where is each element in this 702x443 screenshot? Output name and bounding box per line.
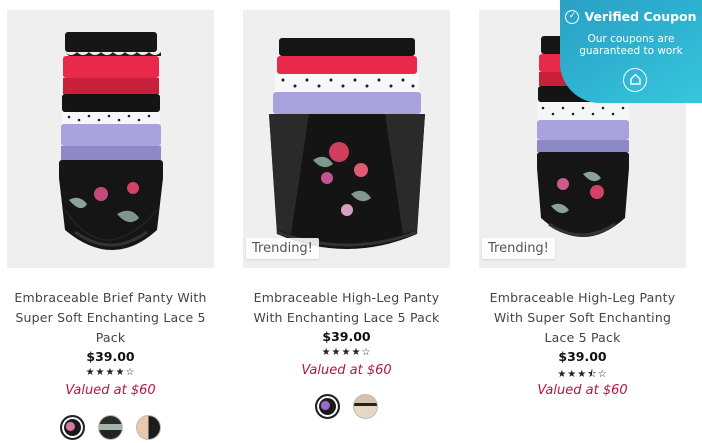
rating-stars: ★★★⯪☆ [557, 369, 608, 380]
check-circle-icon: ✓ [565, 9, 580, 24]
product-price: $39.00 [558, 349, 607, 364]
product-price: $39.00 [322, 329, 371, 344]
rating-stars: ★★★★☆ [321, 347, 372, 358]
valued-at-text: Valued at $60 [537, 383, 628, 398]
product-image[interactable] [7, 10, 214, 268]
product-card-2[interactable]: Trending! Embraceable High-Leg Panty Wit… [243, 0, 450, 443]
trending-badge: Trending! [482, 238, 555, 259]
verified-coupon-line-2: guaranteed to work [579, 45, 683, 57]
valued-at-text: Valued at $60 [65, 383, 156, 398]
swatch-black-sage[interactable] [98, 415, 123, 440]
swatch-nude-stripe[interactable] [353, 394, 378, 419]
verified-coupon-title: Verified Coupon [584, 9, 697, 24]
tag-badge-icon[interactable] [623, 68, 647, 92]
swatch-black-floral[interactable] [315, 394, 340, 419]
product-name[interactable]: Embraceable High-Leg Panty With Super So… [479, 288, 686, 348]
valued-at-text: Valued at $60 [301, 363, 392, 378]
product-name[interactable]: Embraceable High-Leg Panty With Enchanti… [243, 288, 450, 328]
swatch-black-floral[interactable] [60, 415, 85, 440]
product-name[interactable]: Embraceable Brief Panty With Super Soft … [7, 288, 214, 348]
verified-coupon-title-row: ✓ Verified Coupon [560, 9, 702, 24]
swatch-beige-black[interactable] [136, 415, 161, 440]
color-swatches [7, 415, 214, 440]
verified-coupon-line-1: Our coupons are [587, 33, 675, 45]
verified-coupon-text: Our coupons are guaranteed to work [560, 33, 702, 57]
color-swatches [243, 394, 450, 419]
rating-stars: ★★★★☆ [85, 367, 136, 378]
verified-coupon-banner[interactable]: ✓ Verified Coupon Our coupons are guaran… [560, 0, 702, 103]
product-image[interactable] [243, 10, 450, 268]
product-price: $39.00 [86, 349, 135, 364]
product-card-1[interactable]: Embraceable Brief Panty With Super Soft … [7, 0, 214, 443]
trending-badge: Trending! [246, 238, 319, 259]
